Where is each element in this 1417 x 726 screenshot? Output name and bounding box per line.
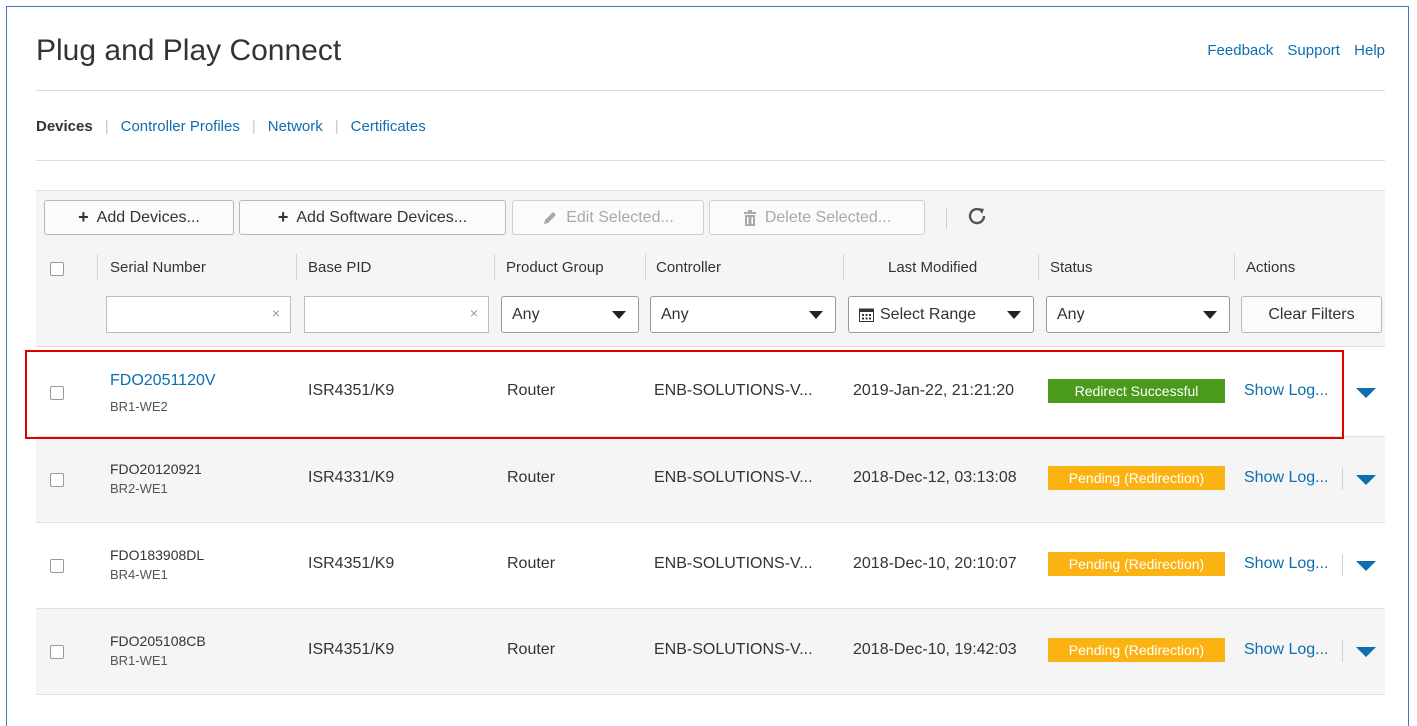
col-last-modified[interactable]: Last Modified (888, 259, 977, 276)
last-modified-select[interactable]: Select Range (848, 296, 1034, 333)
row-checkbox[interactable] (50, 645, 64, 659)
col-serial-number[interactable]: Serial Number (110, 259, 206, 276)
clear-icon[interactable]: × (272, 305, 280, 321)
column-divider (97, 254, 98, 280)
pencil-icon (544, 211, 557, 224)
tab-controller-profiles[interactable]: Controller Profiles (121, 118, 240, 135)
actions-dropdown-icon[interactable] (1356, 388, 1376, 398)
serial-filter-input[interactable]: × (106, 296, 291, 333)
row-checkbox[interactable] (50, 473, 64, 487)
action-separator (1342, 640, 1343, 662)
row-divider (36, 694, 1385, 695)
action-separator (1342, 554, 1343, 576)
tab-certificates[interactable]: Certificates (351, 118, 426, 135)
delete-selected-button[interactable]: Delete Selected... (709, 200, 925, 235)
col-product-group[interactable]: Product Group (506, 259, 604, 276)
status-badge: Pending (Redirection) (1048, 552, 1225, 576)
feedback-link[interactable]: Feedback (1207, 42, 1273, 59)
show-log-link[interactable]: Show Log... (1244, 555, 1329, 573)
trash-icon (743, 209, 756, 226)
add-devices-button[interactable]: + Add Devices... (44, 200, 234, 235)
device-name: BR2-WE1 (110, 481, 168, 496)
show-log-link[interactable]: Show Log... (1244, 469, 1329, 487)
serial-number: FDO20120921 (110, 461, 202, 477)
tab-bar: Devices | Controller Profiles | Network | Cert… (36, 118, 426, 135)
last-modified: 2018-Dec-10, 20:10:07 (853, 555, 1017, 572)
divider (36, 160, 1385, 161)
column-divider (645, 254, 646, 280)
product-group: Router (507, 469, 556, 486)
plus-icon: + (277, 207, 289, 227)
pid-filter-input[interactable]: × (304, 296, 489, 333)
caret-down-icon (612, 311, 626, 319)
serial-number: FDO183908DL (110, 547, 205, 563)
divider (36, 90, 1385, 91)
device-name: BR4-WE1 (110, 567, 168, 582)
controller-select[interactable]: Any (650, 296, 836, 333)
device-name: BR1-WE1 (110, 653, 168, 668)
last-modified: 2018-Dec-10, 19:42:03 (853, 641, 1017, 658)
last-modified: 2018-Dec-12, 03:13:08 (853, 469, 1017, 486)
toolbar-separator (946, 207, 947, 229)
support-link[interactable]: Support (1287, 42, 1340, 59)
product-group: Router (507, 641, 556, 658)
clear-filters-button[interactable]: Clear Filters (1241, 296, 1382, 333)
calendar-icon (859, 308, 874, 322)
column-divider (296, 254, 297, 280)
controller: ENB-SOLUTIONS-V... (654, 555, 813, 572)
page-title: Plug and Play Connect (36, 34, 342, 67)
row-checkbox[interactable] (50, 559, 64, 573)
column-divider (1038, 254, 1039, 280)
column-divider (494, 254, 495, 280)
col-controller[interactable]: Controller (656, 259, 721, 276)
actions-dropdown-icon[interactable] (1356, 475, 1376, 485)
column-divider (1234, 254, 1235, 280)
caret-down-icon (809, 311, 823, 319)
top-links: Feedback Support Help (1197, 42, 1385, 59)
actions-dropdown-icon[interactable] (1356, 647, 1376, 657)
add-software-devices-button[interactable]: + Add Software Devices... (239, 200, 506, 235)
base-pid: ISR4351/K9 (308, 555, 395, 572)
tab-network[interactable]: Network (268, 118, 323, 135)
product-group: Router (507, 555, 556, 572)
plus-icon: + (78, 207, 89, 227)
help-link[interactable]: Help (1354, 42, 1385, 59)
controller: ENB-SOLUTIONS-V... (654, 469, 813, 486)
clear-icon[interactable]: × (470, 305, 478, 321)
tab-devices[interactable]: Devices (36, 118, 93, 135)
serial-number: FDO205108CB (110, 633, 206, 649)
caret-down-icon (1203, 311, 1217, 319)
product-group-select[interactable]: Any (501, 296, 639, 333)
action-separator (1342, 468, 1343, 490)
select-all-checkbox[interactable] (50, 262, 64, 276)
highlight-box (25, 350, 1344, 439)
actions-dropdown-icon[interactable] (1356, 561, 1376, 571)
status-badge: Pending (Redirection) (1048, 466, 1225, 490)
status-badge: Pending (Redirection) (1048, 638, 1225, 662)
status-select[interactable]: Any (1046, 296, 1230, 333)
caret-down-icon (1007, 311, 1021, 319)
base-pid: ISR4331/K9 (308, 469, 395, 486)
col-actions: Actions (1246, 259, 1296, 276)
column-divider (843, 254, 844, 280)
show-log-link[interactable]: Show Log... (1244, 641, 1329, 659)
base-pid: ISR4351/K9 (308, 641, 395, 658)
col-base-pid[interactable]: Base PID (308, 259, 371, 276)
controller: ENB-SOLUTIONS-V... (654, 641, 813, 658)
col-status[interactable]: Status (1050, 259, 1093, 276)
edit-selected-button[interactable]: Edit Selected... (512, 200, 704, 235)
refresh-icon[interactable] (966, 205, 988, 233)
